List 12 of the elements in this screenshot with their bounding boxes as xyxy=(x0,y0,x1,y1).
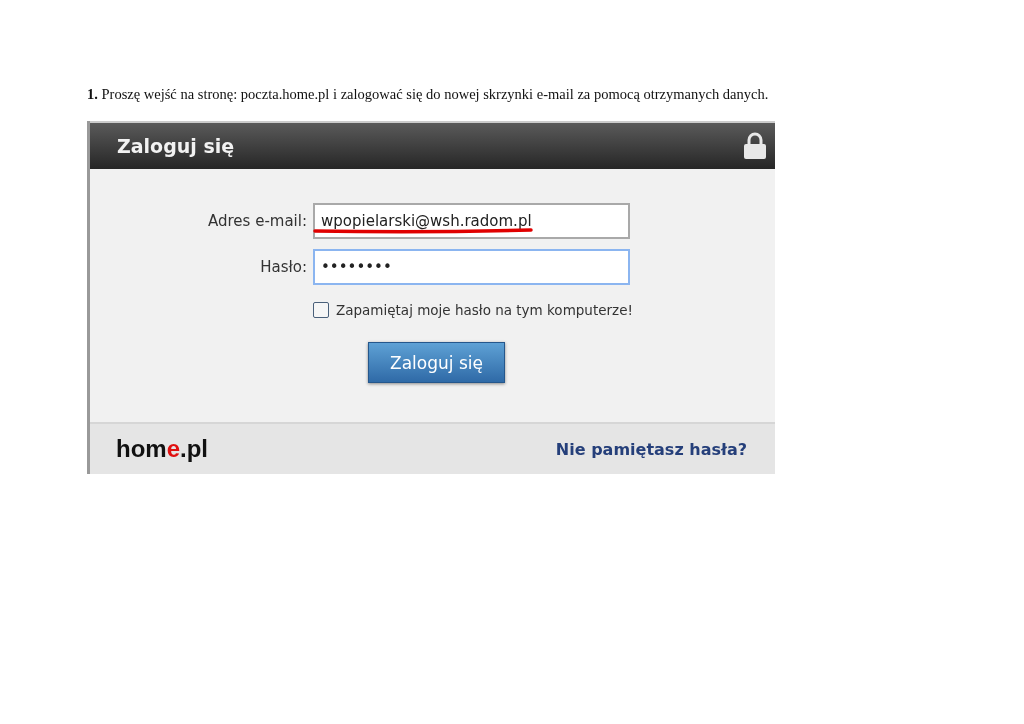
email-label: Adres e-mail: xyxy=(207,212,307,230)
email-field[interactable]: wpopielarski@wsh.radom.pl xyxy=(313,203,630,239)
panel-title: Zaloguj się xyxy=(117,135,235,157)
password-label: Hasło: xyxy=(259,258,307,276)
instruction-text: 1. Proszę wejść na stronę: poczta.home.pl i zalogować się do nowej skrzynki e-mail za pomocą otrzymanych danych. xyxy=(87,86,770,103)
remember-label: Zapamiętaj moje hasło na tym komputerze! xyxy=(336,302,633,318)
remember-checkbox[interactable] xyxy=(313,302,329,318)
login-button[interactable]: Zaloguj się xyxy=(368,342,505,383)
logo: home.pl xyxy=(116,435,209,463)
padlock-icon xyxy=(743,132,767,160)
password-field[interactable]: •••••••• xyxy=(313,249,630,285)
forgot-password-link[interactable]: Nie pamiętasz hasła? xyxy=(555,439,747,459)
